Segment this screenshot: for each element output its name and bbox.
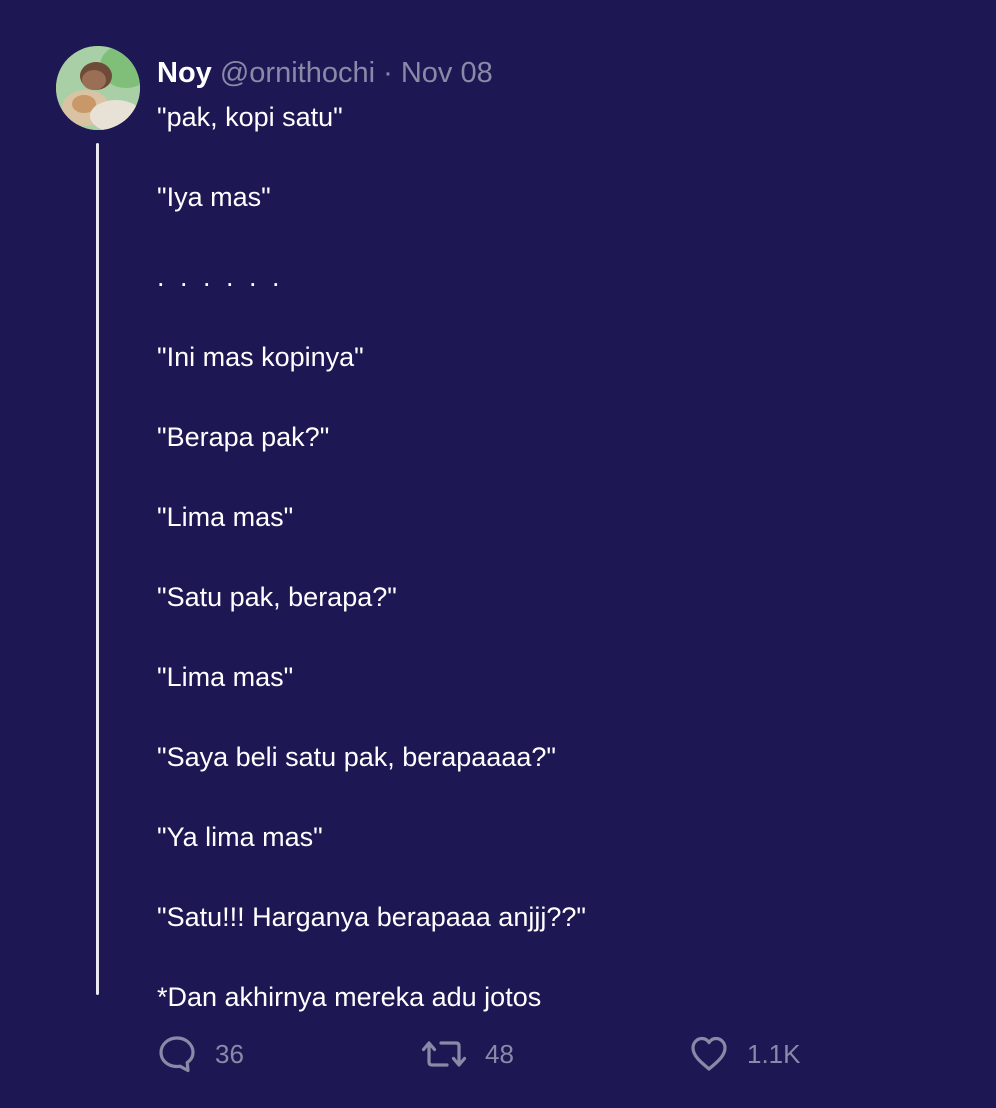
tweet-text-line: . . . . . . xyxy=(157,262,284,292)
tweet-text-line: "Berapa pak?" xyxy=(157,422,330,452)
tweet-text-line: "Ya lima mas" xyxy=(157,822,323,852)
tweet-text-line: "Satu!!! Harganya berapaaa anjjj??" xyxy=(157,902,586,932)
retweet-button[interactable]: 48 xyxy=(421,1034,514,1074)
like-count: 1.1K xyxy=(747,1038,801,1069)
tweet-text-line: "Ini mas kopinya" xyxy=(157,342,364,372)
tweet-body: "pak, kopi satu" "Iya mas" . . . . . . "… xyxy=(157,100,957,1060)
reply-icon xyxy=(157,1034,197,1074)
retweet-icon xyxy=(421,1034,467,1074)
tweet-text-line: "Iya mas" xyxy=(157,182,271,212)
tweet-actions: 36 48 1.1K xyxy=(157,1034,917,1074)
author-handle[interactable]: @ornithochi xyxy=(220,57,375,89)
header-separator: · xyxy=(383,57,393,89)
tweet-text-line: "Lima mas" xyxy=(157,662,294,692)
retweet-count: 48 xyxy=(485,1038,514,1069)
heart-icon xyxy=(689,1034,729,1074)
thread-line xyxy=(96,143,99,995)
avatar[interactable] xyxy=(56,46,140,130)
tweet-date[interactable]: Nov 08 xyxy=(401,57,493,89)
tweet-text-line: "pak, kopi satu" xyxy=(157,102,343,132)
tweet-text-line: "Lima mas" xyxy=(157,502,294,532)
tweet-header: Noy @ornithochi · Nov 08 xyxy=(157,56,493,90)
author-name[interactable]: Noy xyxy=(157,57,212,89)
avatar-photo xyxy=(56,46,140,130)
tweet-text-line: "Saya beli satu pak, berapaaaa?" xyxy=(157,742,556,772)
tweet: Noy @ornithochi · Nov 08 "pak, kopi satu… xyxy=(0,0,996,1108)
like-button[interactable]: 1.1K xyxy=(689,1034,801,1074)
tweet-text-line: "Satu pak, berapa?" xyxy=(157,582,397,612)
reply-button[interactable]: 36 xyxy=(157,1034,244,1074)
reply-count: 36 xyxy=(215,1038,244,1069)
